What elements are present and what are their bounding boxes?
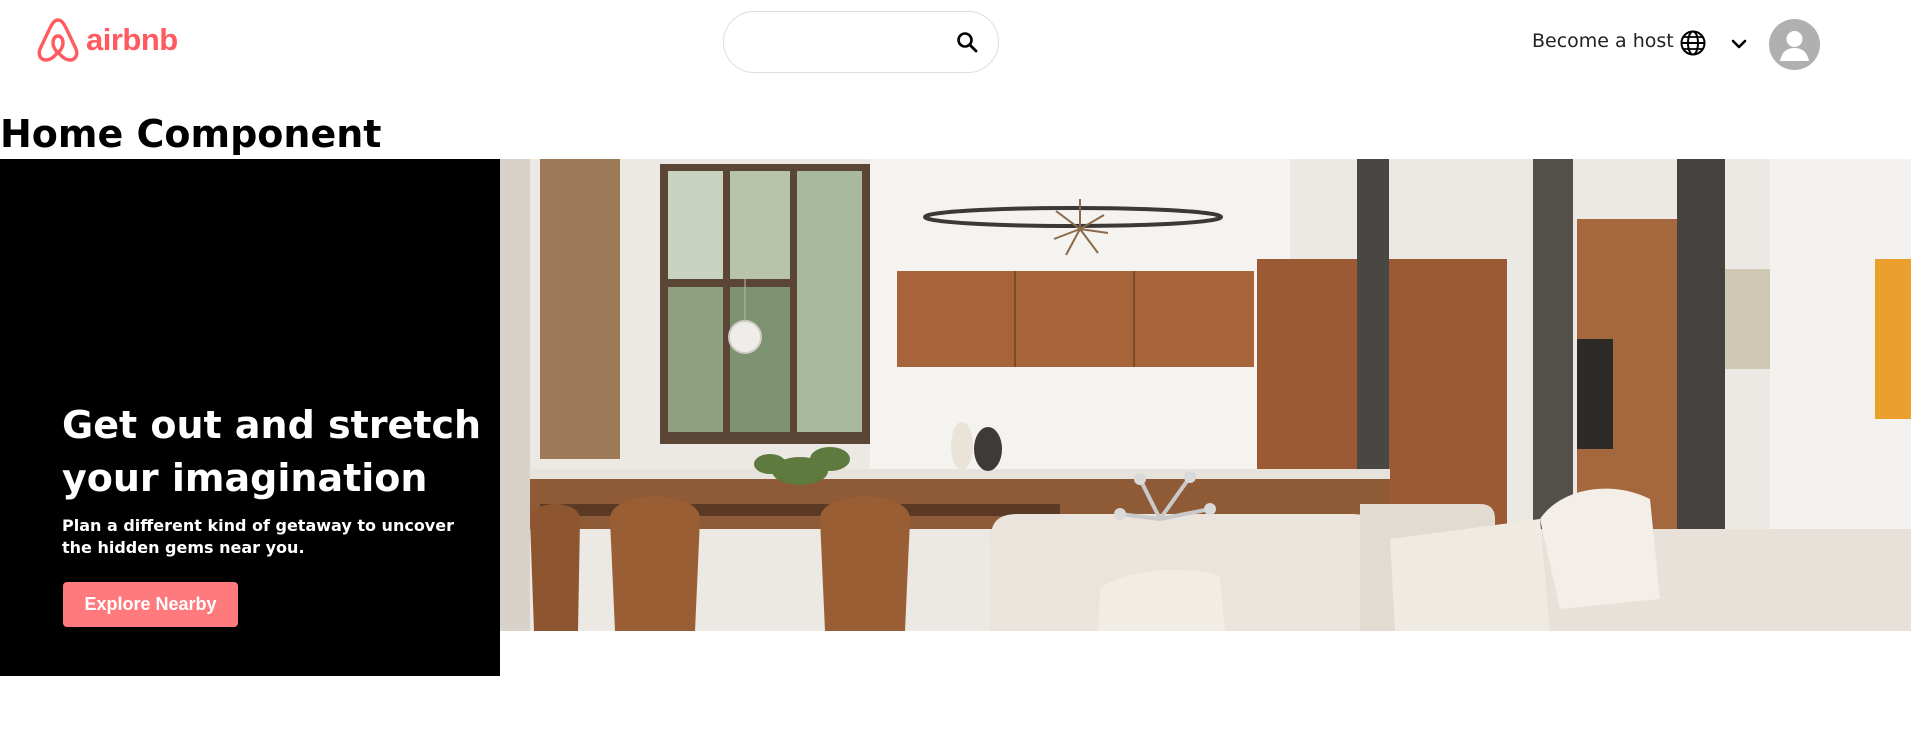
search-input[interactable] (744, 24, 948, 62)
airbnb-logo[interactable]: airbnb (36, 16, 178, 64)
avatar-icon (1780, 31, 1809, 61)
explore-nearby-button[interactable]: Explore Nearby (63, 582, 238, 627)
hero-interior-image (500, 159, 1911, 631)
search-icon[interactable] (954, 29, 980, 55)
page-title: Home Component (0, 112, 382, 156)
airbnb-logo-icon (37, 18, 79, 62)
hero-text-panel: Get out and stretch your imagination Pla… (0, 159, 500, 676)
hero-section: Get out and stretch your imagination Pla… (0, 159, 1911, 676)
search-bar[interactable] (723, 11, 999, 73)
hero-subtitle: Plan a different kind of getaway to unco… (62, 516, 454, 557)
logo-text: airbnb (86, 22, 178, 57)
top-header: airbnb Become a host (0, 0, 1911, 90)
hero-title: Get out and stretch your imagination (62, 403, 482, 500)
avatar[interactable] (1769, 19, 1820, 70)
become-host-link[interactable]: Become a host (1532, 30, 1674, 52)
chevron-down-icon[interactable] (1728, 33, 1750, 55)
globe-icon[interactable] (1679, 29, 1707, 57)
